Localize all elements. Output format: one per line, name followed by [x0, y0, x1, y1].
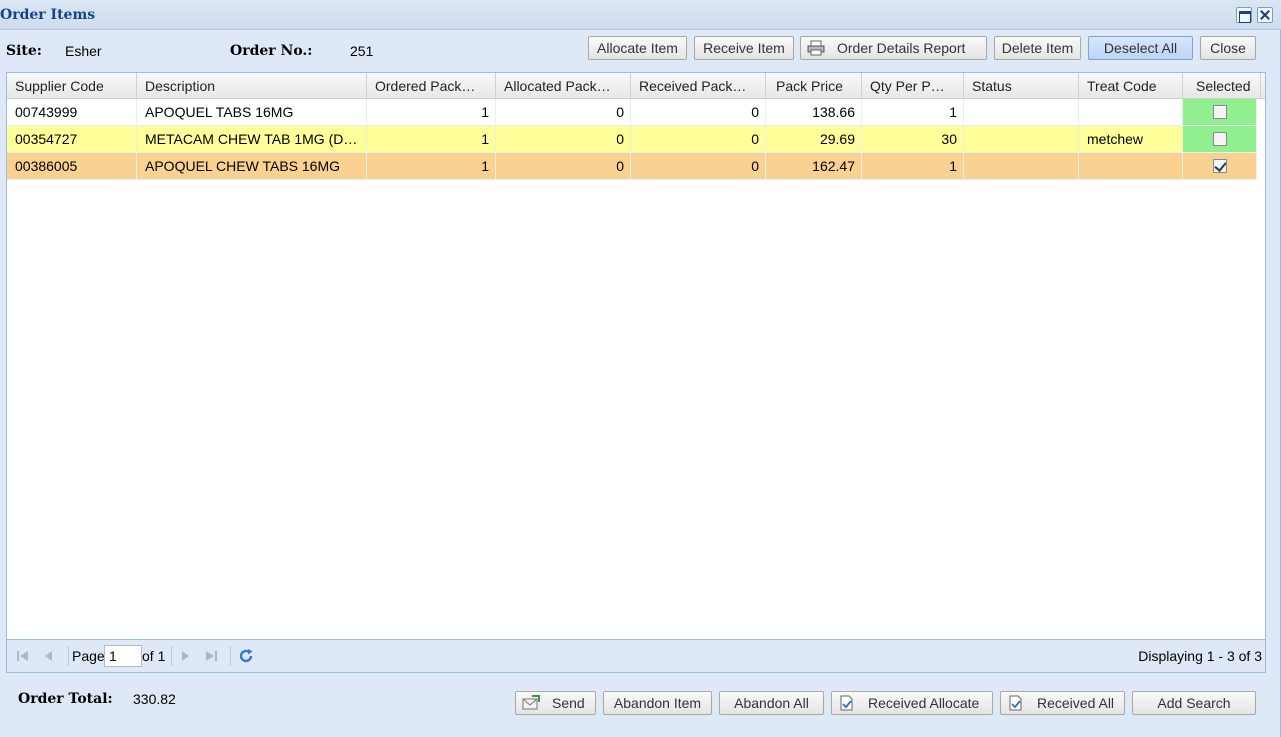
row-select-checkbox[interactable] — [1212, 159, 1227, 173]
ordered-packs-cell: 1 — [367, 126, 496, 153]
prev-page-icon[interactable] — [42, 649, 56, 663]
page-count-label: of 1 — [142, 648, 166, 664]
deselect-all-button[interactable]: Deselect All — [1088, 36, 1193, 60]
column-header-supplier-code[interactable]: Supplier Code — [7, 73, 137, 99]
abandon-item-button[interactable]: Abandon Item — [603, 691, 712, 715]
row-select-checkbox[interactable] — [1212, 132, 1227, 146]
ordered-packs-cell: 1 — [367, 99, 496, 126]
send-label: Send — [552, 695, 585, 711]
allocated-packs-cell: 0 — [496, 99, 631, 126]
received-packs-cell: 0 — [631, 99, 766, 126]
document-check-icon — [1007, 695, 1025, 711]
received-packs-cell: 0 — [631, 153, 766, 180]
table-row[interactable]: 00386005 APOQUEL CHEW TABS 16MG 1 0 0 16… — [7, 153, 1261, 180]
pack-price-cell: 162.47 — [766, 153, 862, 180]
supplier-code-cell: 00743999 — [7, 99, 137, 126]
status-cell — [964, 99, 1079, 126]
description-cell: APOQUEL TABS 16MG — [137, 99, 367, 126]
qty-per-pack-cell: 30 — [862, 126, 964, 153]
column-header-description[interactable]: Description — [137, 73, 367, 99]
pager-separator — [68, 646, 69, 666]
paging-toolbar: Page of 1 Displaying 1 - 3 of 3 — [7, 639, 1265, 672]
column-header-status[interactable]: Status — [964, 73, 1079, 99]
table-row[interactable]: 00743999 APOQUEL TABS 16MG 1 0 0 138.66 … — [7, 99, 1261, 126]
order-total-value: 330.82 — [133, 691, 176, 707]
order-no-value: 251 — [350, 43, 374, 59]
ordered-packs-cell: 1 — [367, 153, 496, 180]
site-label: Site: — [6, 43, 42, 59]
treat-code-cell: metchew — [1079, 126, 1183, 153]
received-all-button[interactable]: Received All — [1000, 691, 1125, 715]
supplier-code-cell: 00354727 — [7, 126, 137, 153]
received-all-label: Received All — [1037, 695, 1115, 711]
allocated-packs-cell: 0 — [496, 126, 631, 153]
order-details-report-label: Order Details Report — [837, 40, 966, 56]
status-cell — [964, 126, 1079, 153]
close-icon[interactable] — [1257, 7, 1273, 23]
column-header-ordered-packs[interactable]: Ordered Pack… — [367, 73, 496, 99]
column-header-qty-per-pack[interactable]: Qty Per P… — [862, 73, 964, 99]
order-no-label: Order No.: — [230, 43, 313, 59]
grid-header: Supplier Code Description Ordered Pack… … — [7, 73, 1265, 99]
selected-cell — [1183, 126, 1257, 153]
site-value: Esher — [65, 43, 102, 59]
column-header-received-packs[interactable]: Received Pack… — [631, 73, 766, 99]
order-items-window: Order Items Site: Esher Order No.: 251 A… — [0, 0, 1281, 737]
order-total-label: Order Total: — [18, 691, 113, 707]
treat-code-cell — [1079, 153, 1183, 180]
last-page-icon[interactable] — [204, 649, 218, 663]
receive-item-button[interactable]: Receive Item — [694, 36, 794, 60]
status-cell — [964, 153, 1079, 180]
maximize-icon[interactable] — [1236, 7, 1252, 23]
pager-separator — [230, 646, 231, 666]
column-header-selected[interactable]: Selected — [1183, 73, 1261, 99]
qty-per-pack-cell: 1 — [862, 153, 964, 180]
table-row[interactable]: 00354727 METACAM CHEW TAB 1MG (D… 1 0 0 … — [7, 126, 1261, 153]
received-allocate-button[interactable]: Received Allocate — [831, 691, 993, 715]
column-header-allocated-packs[interactable]: Allocated Pack… — [496, 73, 631, 99]
row-select-checkbox[interactable] — [1212, 105, 1227, 119]
document-check-icon — [838, 695, 856, 711]
allocated-packs-cell: 0 — [496, 153, 631, 180]
add-search-button[interactable]: Add Search — [1132, 691, 1256, 715]
send-button[interactable]: Send — [515, 691, 596, 715]
window-title: Order Items — [0, 7, 96, 23]
order-details-report-button[interactable]: Order Details Report — [800, 36, 987, 60]
description-cell: METACAM CHEW TAB 1MG (D… — [137, 126, 367, 153]
page-number-input[interactable] — [104, 645, 142, 667]
pager-separator — [171, 646, 172, 666]
pack-price-cell: 138.66 — [766, 99, 862, 126]
selected-cell — [1183, 153, 1257, 180]
displaying-info: Displaying 1 - 3 of 3 — [1138, 648, 1262, 664]
title-bar: Order Items — [0, 0, 1281, 30]
printer-icon — [807, 40, 825, 56]
refresh-icon[interactable] — [237, 647, 255, 665]
send-mail-icon — [522, 695, 540, 711]
treat-code-cell — [1079, 99, 1183, 126]
qty-per-pack-cell: 1 — [862, 99, 964, 126]
order-items-grid: Supplier Code Description Ordered Pack… … — [6, 72, 1266, 673]
next-page-icon[interactable] — [178, 649, 192, 663]
column-header-pack-price[interactable]: Pack Price — [766, 73, 862, 99]
description-cell: APOQUEL CHEW TABS 16MG — [137, 153, 367, 180]
abandon-all-button[interactable]: Abandon All — [719, 691, 824, 715]
column-header-treat-code[interactable]: Treat Code — [1079, 73, 1183, 99]
delete-item-button[interactable]: Delete Item — [994, 36, 1081, 60]
supplier-code-cell: 00386005 — [7, 153, 137, 180]
page-label: Page — [72, 648, 105, 664]
received-packs-cell: 0 — [631, 126, 766, 153]
selected-cell — [1183, 99, 1257, 126]
received-allocate-label: Received Allocate — [868, 695, 980, 711]
close-button[interactable]: Close — [1200, 36, 1256, 60]
pack-price-cell: 29.69 — [766, 126, 862, 153]
allocate-item-button[interactable]: Allocate Item — [588, 36, 687, 60]
first-page-icon[interactable] — [16, 649, 30, 663]
